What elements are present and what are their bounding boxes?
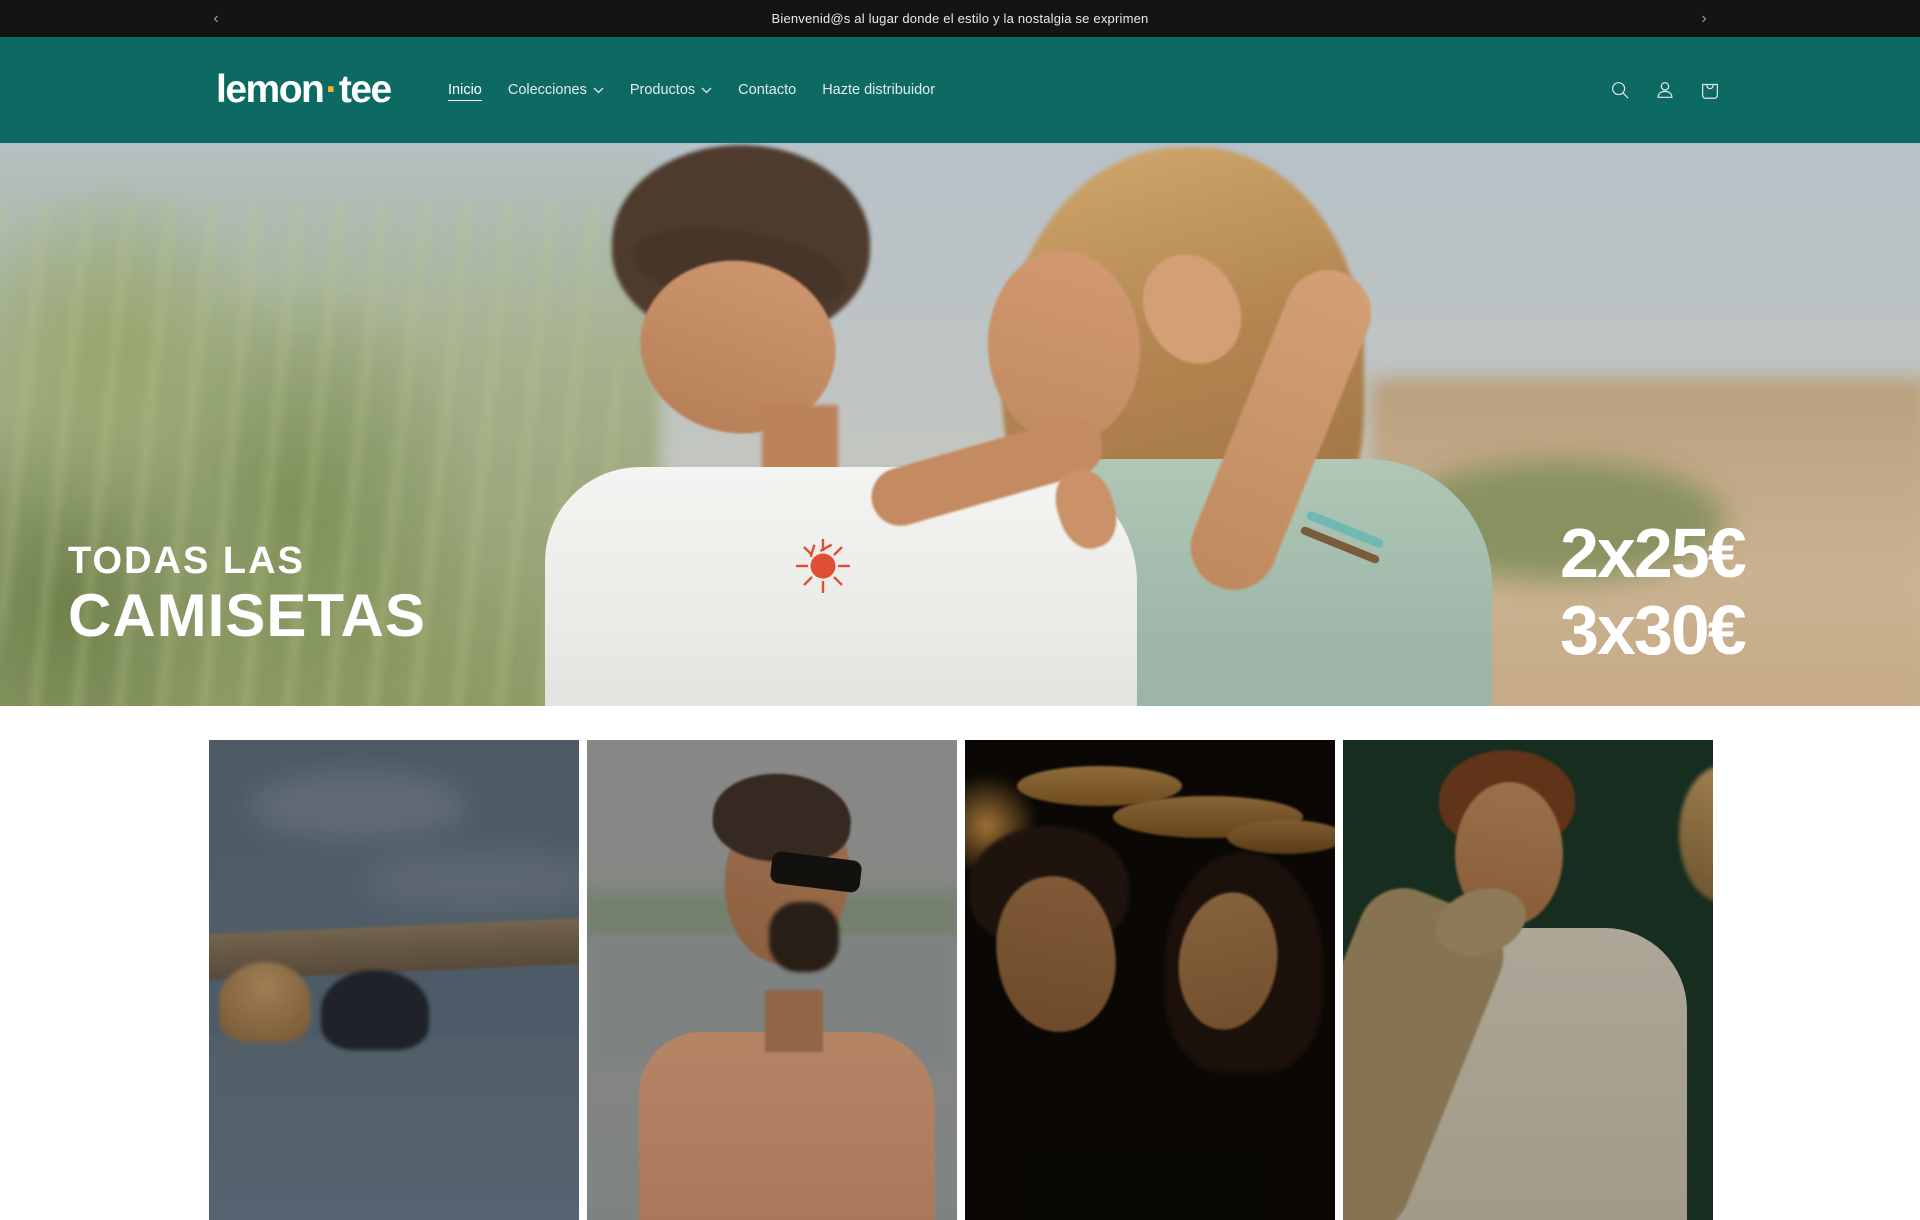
collection-card-2[interactable] bbox=[587, 740, 957, 1220]
collection-card-4[interactable] bbox=[1343, 740, 1713, 1220]
chevron-down-icon bbox=[593, 87, 604, 94]
card-shade-overlay bbox=[1343, 740, 1713, 1220]
nav-item-colecciones[interactable]: Colecciones bbox=[508, 82, 604, 98]
card-shade-overlay bbox=[587, 740, 957, 1220]
announcement-next-button[interactable]: › bbox=[1689, 0, 1719, 37]
nav-label: Colecciones bbox=[508, 82, 587, 98]
main-nav: Inicio Colecciones Productos Contacto Ha… bbox=[448, 37, 935, 143]
nav-item-hazte-distribuidor[interactable]: Hazte distribuidor bbox=[822, 82, 935, 98]
hero-offer-line1: 2x25€ bbox=[1560, 515, 1745, 592]
header-icons bbox=[1608, 37, 1722, 143]
account-icon[interactable] bbox=[1653, 78, 1677, 102]
hero-title-line2: CAMISETAS bbox=[68, 583, 426, 649]
nav-item-productos[interactable]: Productos bbox=[630, 82, 712, 98]
site-header: lemon·tee Inicio Colecciones Productos C… bbox=[0, 37, 1920, 143]
card-shade-overlay bbox=[209, 740, 579, 1220]
search-icon[interactable] bbox=[1608, 78, 1632, 102]
nav-item-contacto[interactable]: Contacto bbox=[738, 82, 796, 98]
hero-banner: TODAS LAS CAMISETAS 2x25€ 3x30€ bbox=[0, 143, 1920, 706]
hero-title: TODAS LAS CAMISETAS bbox=[68, 539, 426, 649]
cart-icon[interactable] bbox=[1698, 78, 1722, 102]
tshirt-sun-graphic bbox=[794, 537, 852, 595]
hero-offer-line2: 3x30€ bbox=[1560, 592, 1745, 669]
nav-label: Contacto bbox=[738, 82, 796, 98]
nav-label: Hazte distribuidor bbox=[822, 82, 935, 98]
hero-title-line1: TODAS LAS bbox=[68, 539, 426, 583]
announcement-bar: ‹ Bienvenid@s al lugar donde el estilo y… bbox=[0, 0, 1920, 37]
chevron-down-icon bbox=[701, 87, 712, 94]
announcement-text: Bienvenid@s al lugar donde el estilo y l… bbox=[0, 0, 1920, 37]
hero-offer: 2x25€ 3x30€ bbox=[1560, 515, 1745, 669]
card-shade-overlay bbox=[965, 740, 1335, 1220]
collection-card-1[interactable] bbox=[209, 740, 579, 1220]
nav-label: Inicio bbox=[448, 82, 482, 98]
collections-row bbox=[209, 740, 1713, 1220]
brand-logo[interactable]: lemon·tee bbox=[216, 37, 391, 143]
collection-card-3[interactable] bbox=[965, 740, 1335, 1220]
logo-dot: · bbox=[325, 68, 337, 112]
nav-item-inicio[interactable]: Inicio bbox=[448, 82, 482, 98]
nav-label: Productos bbox=[630, 82, 695, 98]
logo-part2: tee bbox=[339, 68, 391, 112]
logo-part1: lemon bbox=[216, 68, 323, 112]
